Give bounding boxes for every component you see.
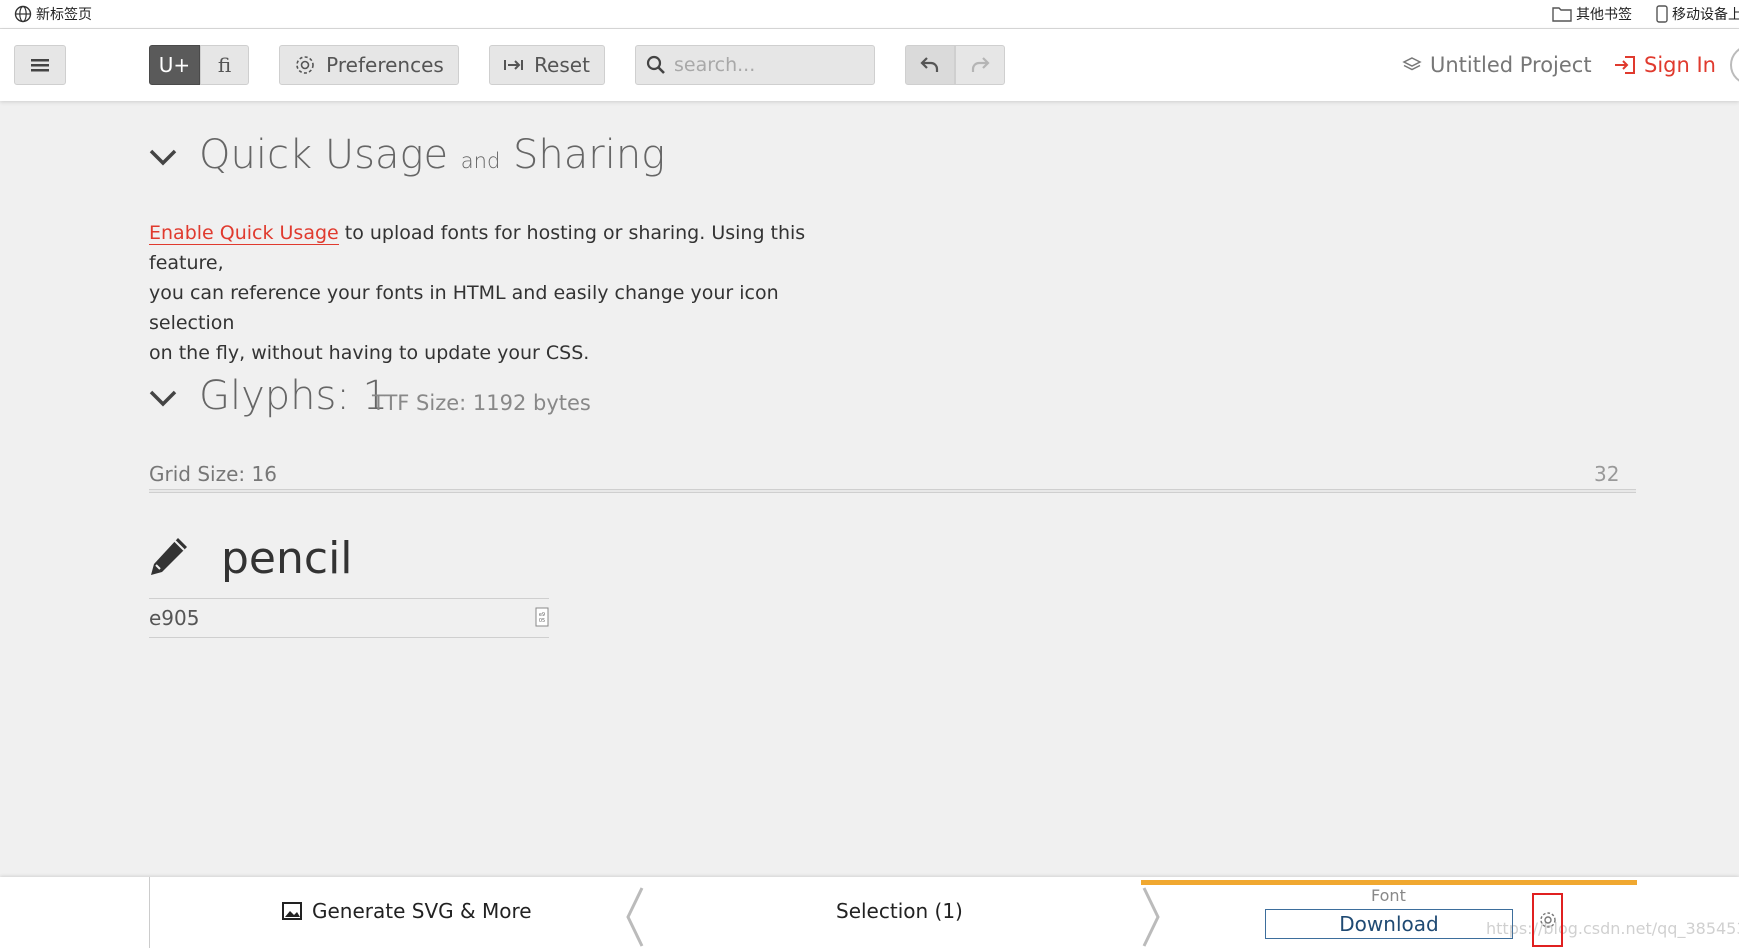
ligature-toggle-button[interactable]: ﬁ <box>200 45 249 85</box>
menu-button[interactable] <box>14 45 66 85</box>
generate-svg-label: Generate SVG & More <box>312 899 532 923</box>
hamburger-icon <box>31 59 49 72</box>
search-input[interactable] <box>674 54 864 76</box>
project-name[interactable]: Untitled Project <box>1402 45 1592 85</box>
watermark: https://blog.csdn.net/qq_38545368 <box>1486 919 1739 938</box>
preferences-button[interactable]: Preferences <box>279 45 459 85</box>
description-line3: on the fly, without having to update you… <box>149 342 590 364</box>
quick-usage-description: Enable Quick Usage to upload fonts for h… <box>149 218 869 368</box>
undo-icon <box>920 57 939 72</box>
font-settings-button[interactable] <box>1532 893 1563 947</box>
grid-size-slider[interactable] <box>149 489 1636 493</box>
bookmarks-bar: 新标签页 其他书签 移动设备上 <box>0 0 1739 29</box>
reset-button[interactable]: Reset <box>489 45 605 85</box>
bookmark-mobile-label: 移动设备上 <box>1672 7 1739 23</box>
mobile-device-icon <box>1656 5 1668 23</box>
globe-icon <box>14 5 32 23</box>
svg-text:05: 05 <box>539 618 545 624</box>
folder-icon <box>1552 7 1572 22</box>
footer-divider <box>149 877 150 948</box>
undo-button[interactable] <box>905 45 955 85</box>
bookmark-new-tab[interactable]: 新标签页 <box>14 3 92 25</box>
app-toolbar: U+ ﬁ Preferences Reset Untitled Project … <box>0 29 1739 101</box>
reset-label: Reset <box>534 53 590 77</box>
font-label: Font <box>1371 886 1406 905</box>
quick-usage-heading: Quick Usage and Sharing <box>199 132 665 178</box>
pencil-icon[interactable] <box>148 535 190 577</box>
glyph-code-field[interactable]: e905 <box>149 598 549 638</box>
selection-button[interactable]: Selection (1) <box>836 899 963 923</box>
unicode-toggle-button[interactable]: U+ <box>149 45 200 85</box>
project-name-label: Untitled Project <box>1430 53 1592 77</box>
grid-size-label: Grid Size: 16 <box>149 462 277 486</box>
sign-in-label: Sign In <box>1644 53 1716 77</box>
quick-usage-title-part2: Sharing <box>513 132 666 178</box>
bookmark-other[interactable]: 其他书签 <box>1552 3 1632 25</box>
download-label: Download <box>1339 912 1439 936</box>
image-icon <box>282 902 302 920</box>
redo-icon <box>971 57 990 72</box>
generate-svg-button[interactable]: Generate SVG & More <box>282 899 532 923</box>
redo-button[interactable] <box>955 45 1005 85</box>
bookmark-new-tab-label: 新标签页 <box>36 7 92 23</box>
bookmark-mobile[interactable]: 移动设备上 <box>1656 3 1739 25</box>
ligature-toggle-label: ﬁ <box>217 53 232 77</box>
sign-in-icon <box>1615 56 1635 74</box>
reset-icon <box>504 60 524 70</box>
grid-size-max: 32 <box>1594 462 1620 486</box>
gear-icon <box>296 56 314 74</box>
chevron-down-icon[interactable] <box>148 388 178 408</box>
help-button[interactable] <box>1730 45 1739 85</box>
chevron-down-icon[interactable] <box>148 147 178 167</box>
description-line2: you can reference your fonts in HTML and… <box>149 282 779 334</box>
ttf-size: TTF Size: 1192 bytes <box>372 391 591 415</box>
copy-icon[interactable]: e905 <box>535 607 549 627</box>
search-box[interactable] <box>635 45 875 85</box>
unicode-toggle-label: U+ <box>158 53 191 77</box>
quick-usage-title-and: and <box>460 149 501 173</box>
enable-quick-usage-link[interactable]: Enable Quick Usage <box>149 222 339 245</box>
glyph-code: e905 <box>149 606 200 630</box>
glyph-name: pencil <box>221 533 353 584</box>
sign-in-link[interactable]: Sign In <box>1614 45 1716 85</box>
layers-icon <box>1402 57 1422 71</box>
glyphs-heading: Glyphs: 1 <box>199 373 389 419</box>
download-button[interactable]: Download <box>1265 909 1513 939</box>
chevron-left-icon[interactable] <box>624 886 646 948</box>
search-icon <box>646 55 665 74</box>
gear-icon <box>1539 912 1556 928</box>
quick-usage-title-part1: Quick Usage <box>199 132 449 178</box>
preferences-label: Preferences <box>326 53 444 77</box>
bookmark-other-label: 其他书签 <box>1576 7 1632 23</box>
